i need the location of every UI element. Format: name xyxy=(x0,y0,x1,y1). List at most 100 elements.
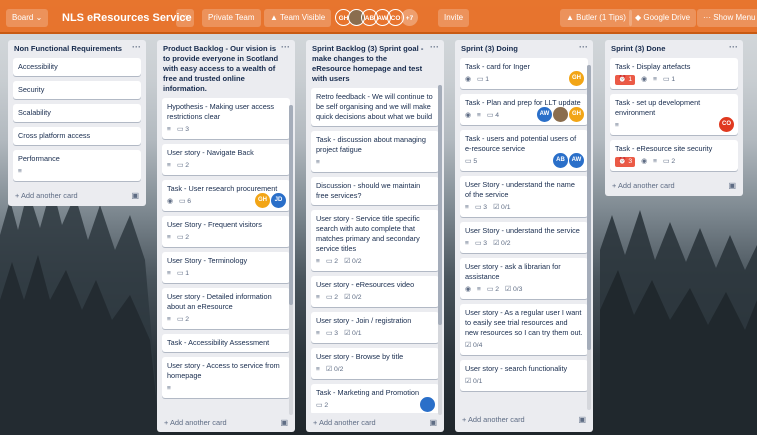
member-avatar[interactable]: AW xyxy=(569,153,584,168)
member-avatar[interactable]: CO xyxy=(719,117,734,132)
scrollbar-thumb[interactable] xyxy=(289,105,293,305)
card[interactable]: User story - search functionality ☑ 0/1 xyxy=(460,360,588,391)
card[interactable]: Task - card for Inger ◉ ▭ 1 GH xyxy=(460,58,588,89)
card[interactable]: Task - Plan and prep for LLT update ◉ ≡ ▭ … xyxy=(460,94,588,125)
description-icon: ≡ xyxy=(167,126,171,133)
member-avatar[interactable] xyxy=(553,107,568,122)
list-scrollbar[interactable] xyxy=(587,65,591,410)
watch-icon: ◉ xyxy=(465,112,471,119)
card[interactable]: Task - users and potential users of e-re… xyxy=(460,130,588,171)
card-template-icon[interactable]: ▣ xyxy=(429,413,437,433)
card[interactable]: Discussion - should we maintain free ser… xyxy=(311,177,439,205)
card[interactable]: Task - User research procurement ◉ ▭ 6 GH… xyxy=(162,180,290,211)
card[interactable]: User story - Navigate Back ≡ ▭ 2 xyxy=(162,144,290,175)
member-avatar[interactable]: GH xyxy=(255,193,270,208)
card[interactable]: User story - Detailed information about … xyxy=(162,288,290,329)
private-team-button[interactable]: Private Team xyxy=(202,9,261,27)
add-card-button[interactable]: + Add another card ▣ xyxy=(605,176,743,196)
list-title[interactable]: Sprint (3) Doing xyxy=(461,44,518,53)
member-avatar[interactable]: JD xyxy=(271,193,286,208)
card[interactable]: User story - Browse by title ≡ ☑ 0/2 xyxy=(311,348,439,379)
checklist-badge: ☑ 0/1 xyxy=(465,378,483,385)
add-card-button[interactable]: + Add another card ▣ xyxy=(157,413,295,433)
comment-badge: ▭ 2 xyxy=(325,258,339,265)
list-title[interactable]: Sprint (3) Done xyxy=(611,44,665,53)
card[interactable]: User story - As a regular user I want to… xyxy=(460,304,588,355)
list-menu-icon[interactable]: ··· xyxy=(579,42,588,52)
comment-badge: ▭ 4 xyxy=(486,112,499,119)
list-title[interactable]: Product Backlog - Our vision is to provi… xyxy=(163,44,278,93)
scrollbar-thumb[interactable] xyxy=(587,65,591,350)
card[interactable]: Task - set up development environment ≡ … xyxy=(610,94,738,135)
show-menu-button[interactable]: ··· Show Menu xyxy=(697,9,757,27)
description-icon: ≡ xyxy=(167,234,171,241)
checklist-badge: ☑ 0/2 xyxy=(344,258,362,265)
card[interactable]: Task - Marketing and Promotion ▭ 2 xyxy=(311,384,439,413)
card[interactable]: User story - Access to service from home… xyxy=(162,357,290,398)
card[interactable]: User Story - Frequent visitors ≡ ▭ 2 xyxy=(162,216,290,247)
card[interactable]: User story - Service title specific sear… xyxy=(311,210,439,271)
card[interactable]: Task - Accessibility Assessment xyxy=(162,334,290,352)
card[interactable]: User story - Join / registration ≡ ▭ 3 ☑ 0… xyxy=(311,312,439,343)
comment-badge: ▭ 6 xyxy=(178,198,192,205)
member-avatar[interactable] xyxy=(420,397,435,412)
butler-button[interactable]: ▲ Butler (1 Tips) xyxy=(560,9,632,27)
due-date-badge: ⏰ 3 xyxy=(615,157,636,167)
comment-badge: ▭ 1 xyxy=(663,76,676,83)
list-menu-icon[interactable]: ··· xyxy=(281,42,290,52)
checklist-badge: ☑ 0/1 xyxy=(344,330,362,337)
card-template-icon[interactable]: ▣ xyxy=(728,176,736,196)
card[interactable]: Cross platform access xyxy=(13,127,141,145)
list-menu-icon[interactable]: ··· xyxy=(729,42,738,52)
scrollbar-thumb[interactable] xyxy=(438,85,442,325)
card-title: User Story - understand the service xyxy=(465,226,580,235)
card[interactable]: User story - ask a librarian for assista… xyxy=(460,258,588,299)
card[interactable]: Task - discussion about managing project… xyxy=(311,131,439,172)
card[interactable]: Task - eResource site security ⏰ 3 ◉ ≡ ▭ 2 xyxy=(610,140,738,171)
member-avatar[interactable]: GH xyxy=(569,71,584,86)
member-avatar[interactable]: AB xyxy=(553,153,568,168)
google-drive-button[interactable]: ◆ Google Drive xyxy=(629,9,697,27)
team-visible-button[interactable]: ▲ Team Visible xyxy=(264,9,332,27)
comment-badge: ▭ 2 xyxy=(663,158,676,165)
checklist-badge: ☑ 0/4 xyxy=(465,342,483,349)
card[interactable]: User Story - Terminology ≡ ▭ 1 xyxy=(162,252,290,283)
card[interactable]: Task - Display artefacts ⏰ 1 ◉ ≡ ▭ 1 xyxy=(610,58,738,89)
list-menu-icon[interactable]: ··· xyxy=(132,42,141,52)
comment-badge: ▭ 2 xyxy=(176,316,190,323)
invite-button[interactable]: Invite xyxy=(438,9,470,27)
list-title[interactable]: Non Functional Requirements xyxy=(14,44,122,53)
board-menu-button[interactable]: Board ⌄ xyxy=(6,9,49,27)
card-title: Performance xyxy=(18,154,60,163)
comment-badge: ▭ 1 xyxy=(476,76,490,83)
card[interactable]: User Story - understand the service ≡ ▭ 3… xyxy=(460,222,588,253)
card[interactable]: Accessibility xyxy=(13,58,141,76)
description-icon: ≡ xyxy=(476,112,481,119)
add-card-button[interactable]: + Add another card ▣ xyxy=(8,186,146,206)
card[interactable]: User story - eResources video ≡ ▭ 2 ☑ 0/2 xyxy=(311,276,439,307)
list-scrollbar[interactable] xyxy=(289,105,293,415)
checklist-badge: ☑ 0/2 xyxy=(493,240,511,247)
list-title[interactable]: Sprint Backlog (3) Sprint goal - make ch… xyxy=(312,44,423,83)
card[interactable]: User Story - understand the name of the … xyxy=(460,176,588,217)
more-members-badge[interactable]: +7 xyxy=(401,9,418,26)
board-title[interactable]: NLS eResources Service xyxy=(62,9,192,27)
add-card-button[interactable]: + Add another card ▣ xyxy=(455,410,593,430)
star-board-button[interactable]: ☆ xyxy=(176,9,194,27)
card[interactable]: Performance ≡ xyxy=(13,150,141,181)
card-template-icon[interactable]: ▣ xyxy=(578,410,586,430)
card[interactable]: Hypothesis - Making user access restrict… xyxy=(162,98,290,139)
description-icon: ≡ xyxy=(653,76,658,83)
member-avatar[interactable]: AW xyxy=(537,107,552,122)
card[interactable]: Scalability xyxy=(13,104,141,122)
card-template-icon[interactable]: ▣ xyxy=(131,186,139,206)
list-scrollbar[interactable] xyxy=(438,85,442,415)
card[interactable]: Security xyxy=(13,81,141,99)
member-avatar[interactable]: GH xyxy=(569,107,584,122)
card[interactable]: Retro feedback - We will continue to be … xyxy=(311,88,439,126)
description-icon: ≡ xyxy=(18,168,22,175)
add-card-button[interactable]: + Add another card ▣ xyxy=(306,413,444,433)
list-menu-icon[interactable]: ··· xyxy=(430,42,439,52)
card-template-icon[interactable]: ▣ xyxy=(280,413,288,433)
comment-badge: ▭ 1 xyxy=(176,270,190,277)
